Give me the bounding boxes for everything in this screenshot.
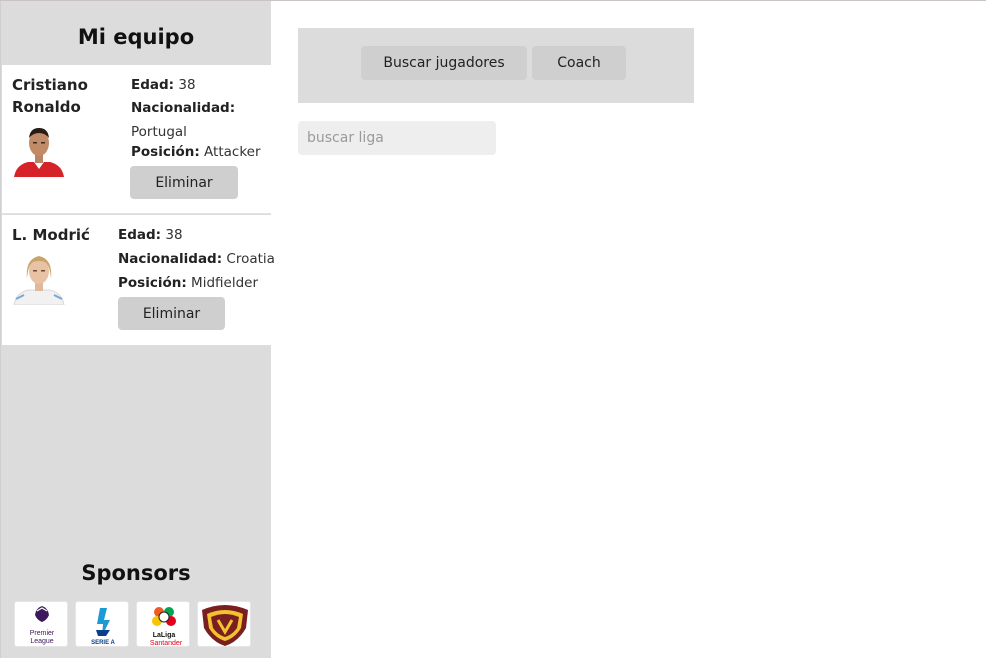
serie-a-logo-icon[interactable]: SERIE A (75, 601, 129, 647)
sponsor-text: Premier (30, 630, 55, 637)
player-nationality-value-row: Portugal (131, 123, 187, 141)
player-avatar (12, 121, 66, 177)
venezuela-federation-crest-icon[interactable] (197, 601, 251, 647)
age-label: Edad: (131, 77, 175, 93)
coach-button[interactable]: Coach (532, 46, 626, 80)
position-label: Posición: (118, 275, 187, 291)
remove-player-button[interactable]: Eliminar (130, 166, 238, 199)
age-label: Edad: (118, 227, 162, 243)
age-value: 38 (165, 227, 183, 243)
player-position-row: Posición: Midfielder (118, 274, 258, 292)
player-card: L. Modrić Edad: 38 Nacionalidad: Croatia… (2, 215, 275, 345)
search-players-button[interactable]: Buscar jugadores (361, 46, 527, 80)
nav-panel: Buscar jugadores Coach (298, 28, 694, 103)
player-nationality-row: Nacionalidad: Croatia (118, 250, 275, 268)
player-nationality-label-row: Nacionalidad: (131, 99, 235, 117)
position-value: Midfielder (191, 275, 258, 291)
sponsors-title: Sponsors (81, 561, 191, 585)
player-card: Cristiano Ronaldo Edad: 38 Nacionalidad:… (2, 65, 271, 214)
team-sidebar: Mi equipo Cristiano Ronaldo Edad: 38 Nac… (0, 1, 275, 658)
age-value: 38 (178, 77, 196, 93)
premier-league-logo-icon[interactable]: Premier League (14, 601, 68, 647)
sponsor-text: SERIE A (91, 640, 115, 646)
nationality-label: Nacionalidad: (131, 100, 236, 116)
sponsor-text: LaLiga (153, 632, 176, 639)
position-value: Attacker (204, 144, 261, 160)
nationality-value: Croatia (226, 251, 275, 267)
league-search-input[interactable] (298, 121, 496, 155)
player-age-row: Edad: 38 (131, 76, 196, 94)
sponsor-text: League (30, 638, 53, 645)
position-label: Posición: (131, 144, 200, 160)
remove-player-button[interactable]: Eliminar (118, 297, 225, 330)
player-position-row: Posición: Attacker (131, 143, 261, 161)
player-name: Cristiano Ronaldo (12, 76, 88, 116)
player-avatar (12, 249, 66, 305)
player-age-row: Edad: 38 (118, 226, 183, 244)
team-title: Mi equipo (77, 25, 195, 49)
player-name: L. Modrić (12, 226, 90, 244)
sponsor-text: Santander (150, 640, 183, 647)
nationality-value: Portugal (131, 124, 187, 140)
laliga-santander-logo-icon[interactable]: LaLiga Santander (136, 601, 190, 647)
nationality-label: Nacionalidad: (118, 251, 223, 267)
